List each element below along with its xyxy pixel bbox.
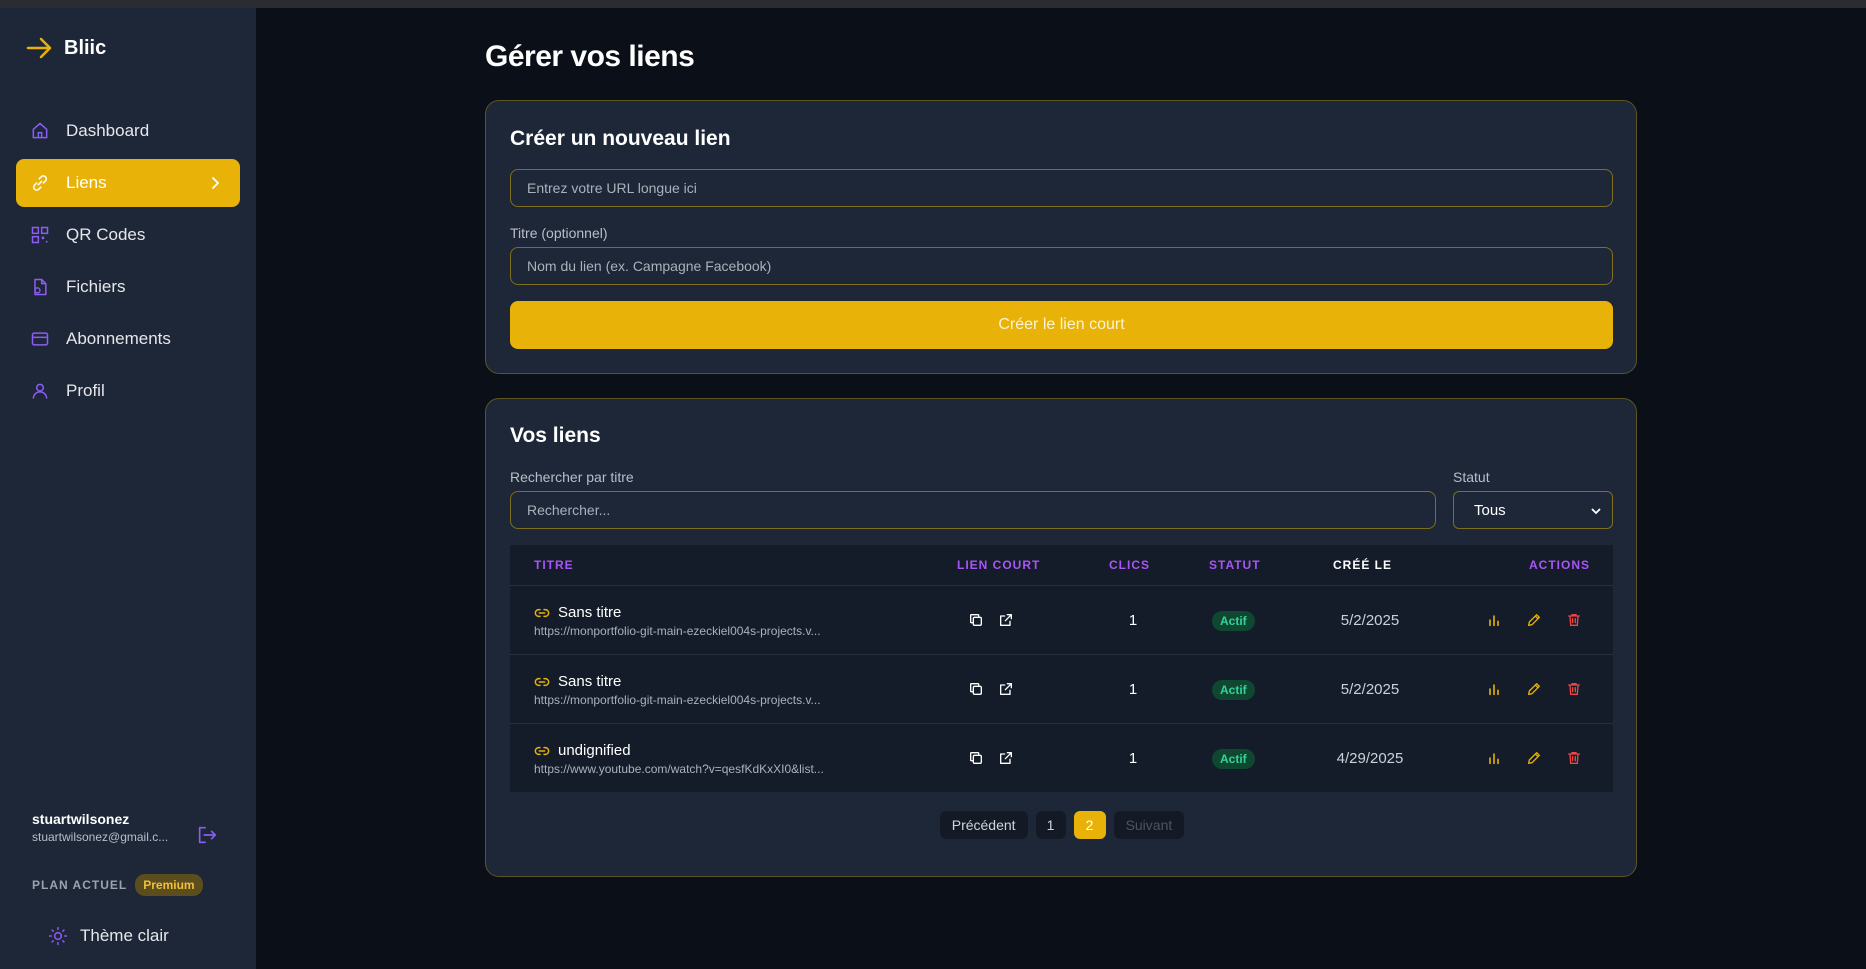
sidebar-item-label: Profil bbox=[66, 381, 105, 400]
sidebar-item-label: Fichiers bbox=[66, 277, 126, 296]
sidebar-item-label: Liens bbox=[66, 173, 107, 192]
link-icon bbox=[534, 746, 550, 755]
created-date: 5/2/2025 bbox=[1340, 681, 1400, 698]
column-header-clics: CLICS bbox=[1109, 558, 1150, 572]
search-label: Rechercher par titre bbox=[510, 469, 634, 485]
next-page-button[interactable]: Suivant bbox=[1113, 811, 1185, 839]
theme-toggle-label: Thème clair bbox=[80, 926, 169, 945]
pagination: Précédent 1 2 Suivant bbox=[486, 811, 1638, 839]
sidebar-item-label: Abonnements bbox=[66, 329, 171, 348]
link-icon bbox=[534, 608, 550, 617]
column-header-titre: TITRE bbox=[534, 558, 574, 572]
page-title: Gérer vos liens bbox=[485, 40, 695, 73]
copy-icon[interactable] bbox=[968, 750, 984, 766]
create-link-card: Créer un nouveau lien Entrez votre URL l… bbox=[485, 100, 1637, 374]
created-date: 5/2/2025 bbox=[1340, 612, 1400, 629]
status-select-value: Tous bbox=[1474, 501, 1506, 519]
user-icon bbox=[32, 383, 48, 399]
create-link-heading: Créer un nouveau lien bbox=[510, 127, 731, 150]
qr-code-icon bbox=[31, 226, 49, 244]
bar-chart-icon[interactable] bbox=[1486, 612, 1502, 628]
external-link-icon[interactable] bbox=[998, 681, 1014, 697]
logout-icon[interactable] bbox=[196, 824, 218, 846]
link-title-text: Sans titre bbox=[558, 604, 622, 621]
edit-pencil-icon[interactable] bbox=[1526, 612, 1542, 628]
column-header-cree-le: CRÉÉ LE bbox=[1333, 558, 1393, 572]
brand-name: Bliic bbox=[64, 36, 107, 59]
sidebar: Bliic Dashboard Liens QR Codes Fichiers … bbox=[0, 8, 256, 969]
column-header-lien-court: LIEN COURT bbox=[957, 558, 1041, 572]
table-row: undignified https://www.youtube.com/watc… bbox=[510, 723, 1613, 792]
link-title: undignified bbox=[534, 742, 631, 759]
logo[interactable]: Bliic bbox=[26, 36, 106, 60]
bar-chart-icon[interactable] bbox=[1486, 681, 1502, 697]
sidebar-item-label: QR Codes bbox=[66, 225, 146, 244]
title-label: Titre (optionnel) bbox=[510, 225, 608, 241]
table-header: TITRE LIEN COURT CLICS STATUT CRÉÉ LE AC… bbox=[510, 545, 1613, 585]
theme-toggle[interactable]: Thème clair bbox=[48, 926, 169, 946]
sidebar-item-dashboard[interactable]: Dashboard bbox=[16, 107, 240, 155]
external-link-icon[interactable] bbox=[998, 612, 1014, 628]
link-title-text: undignified bbox=[558, 742, 631, 759]
link-icon bbox=[32, 175, 48, 191]
arrow-right-logo-icon bbox=[26, 37, 52, 59]
links-heading: Vos liens bbox=[510, 424, 601, 447]
links-card: Vos liens Rechercher par titre Recherche… bbox=[485, 398, 1637, 877]
window-top-bar bbox=[0, 0, 1866, 8]
link-title-text: Sans titre bbox=[558, 673, 622, 690]
trash-icon[interactable] bbox=[1566, 750, 1582, 766]
home-icon bbox=[32, 122, 48, 139]
chevron-down-icon bbox=[1591, 508, 1601, 515]
chevron-right-icon bbox=[212, 177, 220, 189]
links-table: TITRE LIEN COURT CLICS STATUT CRÉÉ LE AC… bbox=[510, 545, 1613, 792]
sun-icon bbox=[48, 926, 68, 946]
column-header-actions: ACTIONS bbox=[1529, 558, 1590, 572]
copy-icon[interactable] bbox=[968, 681, 984, 697]
file-icon bbox=[34, 278, 47, 296]
page-1-button[interactable]: 1 bbox=[1035, 811, 1066, 839]
external-link-icon[interactable] bbox=[998, 750, 1014, 766]
status-badge: Actif bbox=[1212, 611, 1255, 631]
link-url: https://monportfolio-git-main-ezeckiel00… bbox=[534, 693, 821, 707]
table-row: Sans titre https://monportfolio-git-main… bbox=[510, 585, 1613, 654]
create-short-link-button[interactable]: Créer le lien court bbox=[510, 301, 1613, 349]
click-count: 1 bbox=[1128, 681, 1138, 698]
status-select[interactable]: Tous bbox=[1453, 491, 1613, 529]
edit-pencil-icon[interactable] bbox=[1526, 681, 1542, 697]
click-count: 1 bbox=[1128, 750, 1138, 767]
sidebar-nav: Dashboard Liens QR Codes Fichiers Abonne… bbox=[16, 107, 240, 419]
click-count: 1 bbox=[1128, 612, 1138, 629]
status-label: Statut bbox=[1453, 469, 1490, 485]
bar-chart-icon[interactable] bbox=[1486, 750, 1502, 766]
plan-badge: Premium bbox=[135, 874, 203, 896]
trash-icon[interactable] bbox=[1566, 681, 1582, 697]
link-url: https://www.youtube.com/watch?v=qesfKdKx… bbox=[534, 762, 824, 776]
column-header-statut: STATUT bbox=[1209, 558, 1261, 572]
copy-icon[interactable] bbox=[968, 612, 984, 628]
status-badge: Actif bbox=[1212, 749, 1255, 769]
trash-icon[interactable] bbox=[1566, 612, 1582, 628]
plan-label: PLAN ACTUEL bbox=[32, 878, 128, 892]
page-2-button[interactable]: 2 bbox=[1073, 811, 1106, 839]
current-plan: PLAN ACTUEL Premium bbox=[32, 874, 203, 896]
link-icon bbox=[534, 677, 550, 686]
table-row: Sans titre https://monportfolio-git-main… bbox=[510, 654, 1613, 723]
sidebar-item-liens[interactable]: Liens bbox=[16, 159, 240, 207]
previous-page-button[interactable]: Précédent bbox=[939, 811, 1028, 839]
sidebar-item-label: Dashboard bbox=[66, 121, 150, 140]
sidebar-item-profil[interactable]: Profil bbox=[16, 367, 240, 415]
sidebar-item-fichiers[interactable]: Fichiers bbox=[16, 263, 240, 311]
link-url: https://monportfolio-git-main-ezeckiel00… bbox=[534, 624, 821, 638]
sidebar-item-qr-codes[interactable]: QR Codes bbox=[16, 211, 240, 259]
sidebar-item-abonnements[interactable]: Abonnements bbox=[16, 315, 240, 363]
edit-pencil-icon[interactable] bbox=[1526, 750, 1542, 766]
link-title: Sans titre bbox=[534, 673, 621, 690]
created-date: 4/29/2025 bbox=[1336, 750, 1404, 767]
long-url-input[interactable]: Entrez votre URL longue ici bbox=[510, 169, 1613, 207]
link-title-input[interactable]: Nom du lien (ex. Campagne Facebook) bbox=[510, 247, 1613, 285]
credit-card-icon bbox=[31, 332, 49, 346]
search-input[interactable]: Rechercher... bbox=[510, 491, 1436, 529]
link-title: Sans titre bbox=[534, 604, 621, 621]
status-badge: Actif bbox=[1212, 680, 1255, 700]
